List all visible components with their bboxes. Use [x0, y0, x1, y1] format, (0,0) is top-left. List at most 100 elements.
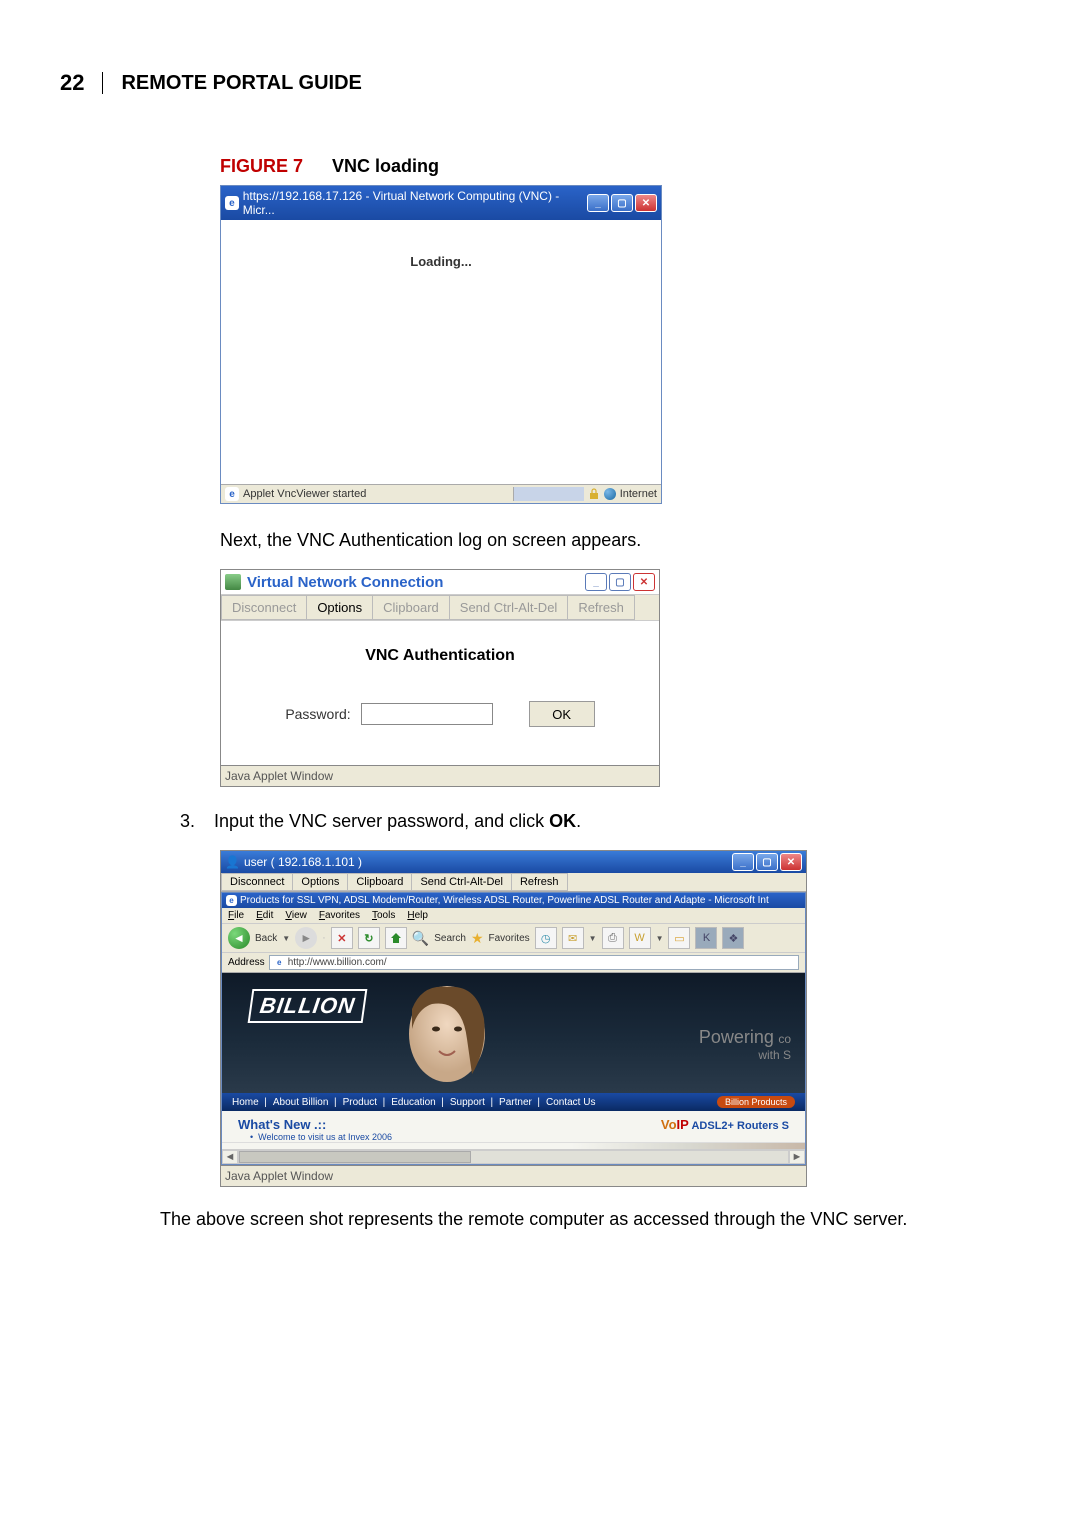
nav-partner[interactable]: Partner |	[499, 1097, 540, 1108]
clipboard-button[interactable]: Clipboard	[347, 873, 412, 891]
maximize-button[interactable]: ▢	[756, 853, 778, 871]
loading-text: Loading...	[221, 254, 661, 269]
address-input[interactable]: e http://www.billion.com/	[269, 955, 799, 970]
history-icon[interactable]: ◷	[535, 927, 557, 949]
nav-education[interactable]: Education |	[391, 1097, 444, 1108]
status-ie-icon: e	[225, 487, 239, 501]
disconnect-button[interactable]: Disconnect	[221, 595, 307, 620]
minimize-button[interactable]: _	[585, 573, 607, 591]
search-icon[interactable]: 🔍	[412, 930, 429, 947]
vnc-toolbar: Disconnect Options Clipboard Send Ctrl-A…	[221, 595, 659, 621]
minimize-button[interactable]: _	[732, 853, 754, 871]
back-button[interactable]: ◄	[228, 927, 250, 949]
horizontal-scrollbar[interactable]: ◄ ►	[222, 1149, 805, 1164]
ie-titlebar: e Products for SSL VPN, ADSL Modem/Route…	[222, 893, 805, 908]
close-button[interactable]: ✕	[633, 573, 655, 591]
address-label: Address	[228, 957, 265, 968]
vnc-auth-body: VNC Authentication Password: OK	[221, 621, 659, 765]
vnc-loading-window: e https://192.168.17.126 - Virtual Netwo…	[220, 185, 662, 504]
favorites-label: Favorites	[489, 933, 530, 944]
menu-help[interactable]: Help	[407, 910, 428, 921]
billion-products-button[interactable]: Billion Products	[717, 1096, 795, 1108]
outer-titlebar: 👤 user ( 192.168.1.101 ) _ ▢ ✕	[221, 851, 806, 873]
search-label: Search	[434, 933, 466, 944]
favorites-icon[interactable]: ★	[471, 930, 484, 947]
nav-home[interactable]: Home |	[232, 1097, 267, 1108]
options-button[interactable]: Options	[292, 873, 348, 891]
discuss-icon[interactable]: ▭	[668, 927, 690, 949]
edit-dropdown-icon[interactable]: ▼	[656, 934, 664, 943]
send-cad-button[interactable]: Send Ctrl-Alt-Del	[449, 595, 569, 620]
refresh-button[interactable]: Refresh	[511, 873, 568, 891]
refresh-icon[interactable]: ↻	[358, 927, 380, 949]
step-text: Input the VNC server password, and click…	[214, 811, 581, 832]
scroll-right-icon[interactable]: ►	[789, 1150, 805, 1164]
password-label: Password:	[285, 706, 350, 722]
voip-promo: VoIP ADSL2+ Routers S	[661, 1117, 789, 1132]
tool-icon-1[interactable]: K	[695, 927, 717, 949]
paragraph-1: Next, the VNC Authentication log on scre…	[220, 530, 1020, 551]
outer-title: user ( 192.168.1.101 )	[244, 855, 362, 869]
password-input[interactable]	[361, 703, 493, 725]
print-icon[interactable]: ⎙	[602, 927, 624, 949]
close-button[interactable]: ✕	[635, 194, 657, 212]
options-button[interactable]: Options	[306, 595, 373, 620]
edit-icon[interactable]: W	[629, 927, 651, 949]
home-icon[interactable]	[385, 927, 407, 949]
clipboard-button[interactable]: Clipboard	[372, 595, 450, 620]
send-cad-button[interactable]: Send Ctrl-Alt-Del	[411, 873, 512, 891]
disconnect-button[interactable]: Disconnect	[221, 873, 293, 891]
close-button[interactable]: ✕	[780, 853, 802, 871]
minimize-button[interactable]: _	[587, 194, 609, 212]
remote-desktop-window: 👤 user ( 192.168.1.101 ) _ ▢ ✕ Disconnec…	[220, 850, 807, 1187]
vnc-auth-titlebar: Virtual Network Connection _ ▢ ✕	[221, 570, 659, 595]
stop-icon[interactable]: ✕	[331, 927, 353, 949]
ie-toolbar: ◄ Back ▼ ► · ✕ ↻ 🔍 Search ★ Favorites ◷ …	[222, 923, 805, 953]
scroll-left-icon[interactable]: ◄	[222, 1150, 238, 1164]
maximize-button[interactable]: ▢	[609, 573, 631, 591]
menu-edit[interactable]: Edit	[256, 910, 273, 921]
nav-support[interactable]: Support |	[450, 1097, 493, 1108]
menu-file[interactable]: File	[228, 910, 244, 921]
menu-tools[interactable]: Tools	[372, 910, 395, 921]
menu-view[interactable]: View	[285, 910, 307, 921]
scroll-thumb[interactable]	[239, 1151, 471, 1163]
final-paragraph: The above screen shot represents the rem…	[160, 1209, 1020, 1230]
banner-photo	[392, 979, 502, 1089]
java-applet-footer: Java Applet Window	[221, 765, 659, 786]
ie-icon: e	[225, 196, 239, 210]
ie-title: Products for SSL VPN, ADSL Modem/Router,…	[240, 895, 769, 906]
header-title: REMOTE PORTAL GUIDE	[121, 72, 361, 95]
ok-button[interactable]: OK	[529, 701, 595, 727]
figure7-caption: FIGURE 7 VNC loading	[220, 156, 1020, 177]
mail-icon[interactable]: ✉	[562, 927, 584, 949]
nav-contact[interactable]: Contact Us	[546, 1097, 595, 1108]
page-number: 22	[60, 70, 84, 96]
nav-about[interactable]: About Billion |	[273, 1097, 337, 1108]
mail-dropdown-icon[interactable]: ▼	[589, 934, 597, 943]
page-header: 22 REMOTE PORTAL GUIDE	[60, 70, 1020, 96]
page-icon: e	[274, 957, 285, 968]
window-body: Loading...	[221, 220, 661, 484]
outer-toolbar: Disconnect Options Clipboard Send Ctrl-A…	[221, 873, 806, 892]
tool-icon-2[interactable]: ❖	[722, 927, 744, 949]
maximize-button[interactable]: ▢	[611, 194, 633, 212]
whats-new-section: What's New .:: • Welcome to visit us at …	[222, 1111, 805, 1142]
powering-text: Powering co with S	[699, 1028, 791, 1063]
back-dropdown-icon[interactable]: ▼	[282, 934, 290, 943]
ie-menubar: File Edit View Favorites Tools Help	[222, 908, 805, 923]
address-bar: Address e http://www.billion.com/	[222, 953, 805, 973]
java-applet-footer: Java Applet Window	[221, 1165, 806, 1186]
figure-label: FIGURE 7	[220, 156, 303, 176]
vnc-auth-window: Virtual Network Connection _ ▢ ✕ Disconn…	[220, 569, 660, 787]
forward-button[interactable]: ►	[295, 927, 317, 949]
whats-new-item[interactable]: • Welcome to visit us at Invex 2006	[238, 1132, 392, 1142]
window-title: https://192.168.17.126 - Virtual Network…	[243, 189, 587, 217]
lock-icon	[588, 488, 600, 500]
header-separator	[102, 72, 103, 94]
refresh-button[interactable]: Refresh	[567, 595, 635, 620]
step-number: 3.	[180, 811, 200, 832]
nav-product[interactable]: Product |	[343, 1097, 386, 1108]
vnc-icon	[225, 574, 241, 590]
menu-favorites[interactable]: Favorites	[319, 910, 360, 921]
